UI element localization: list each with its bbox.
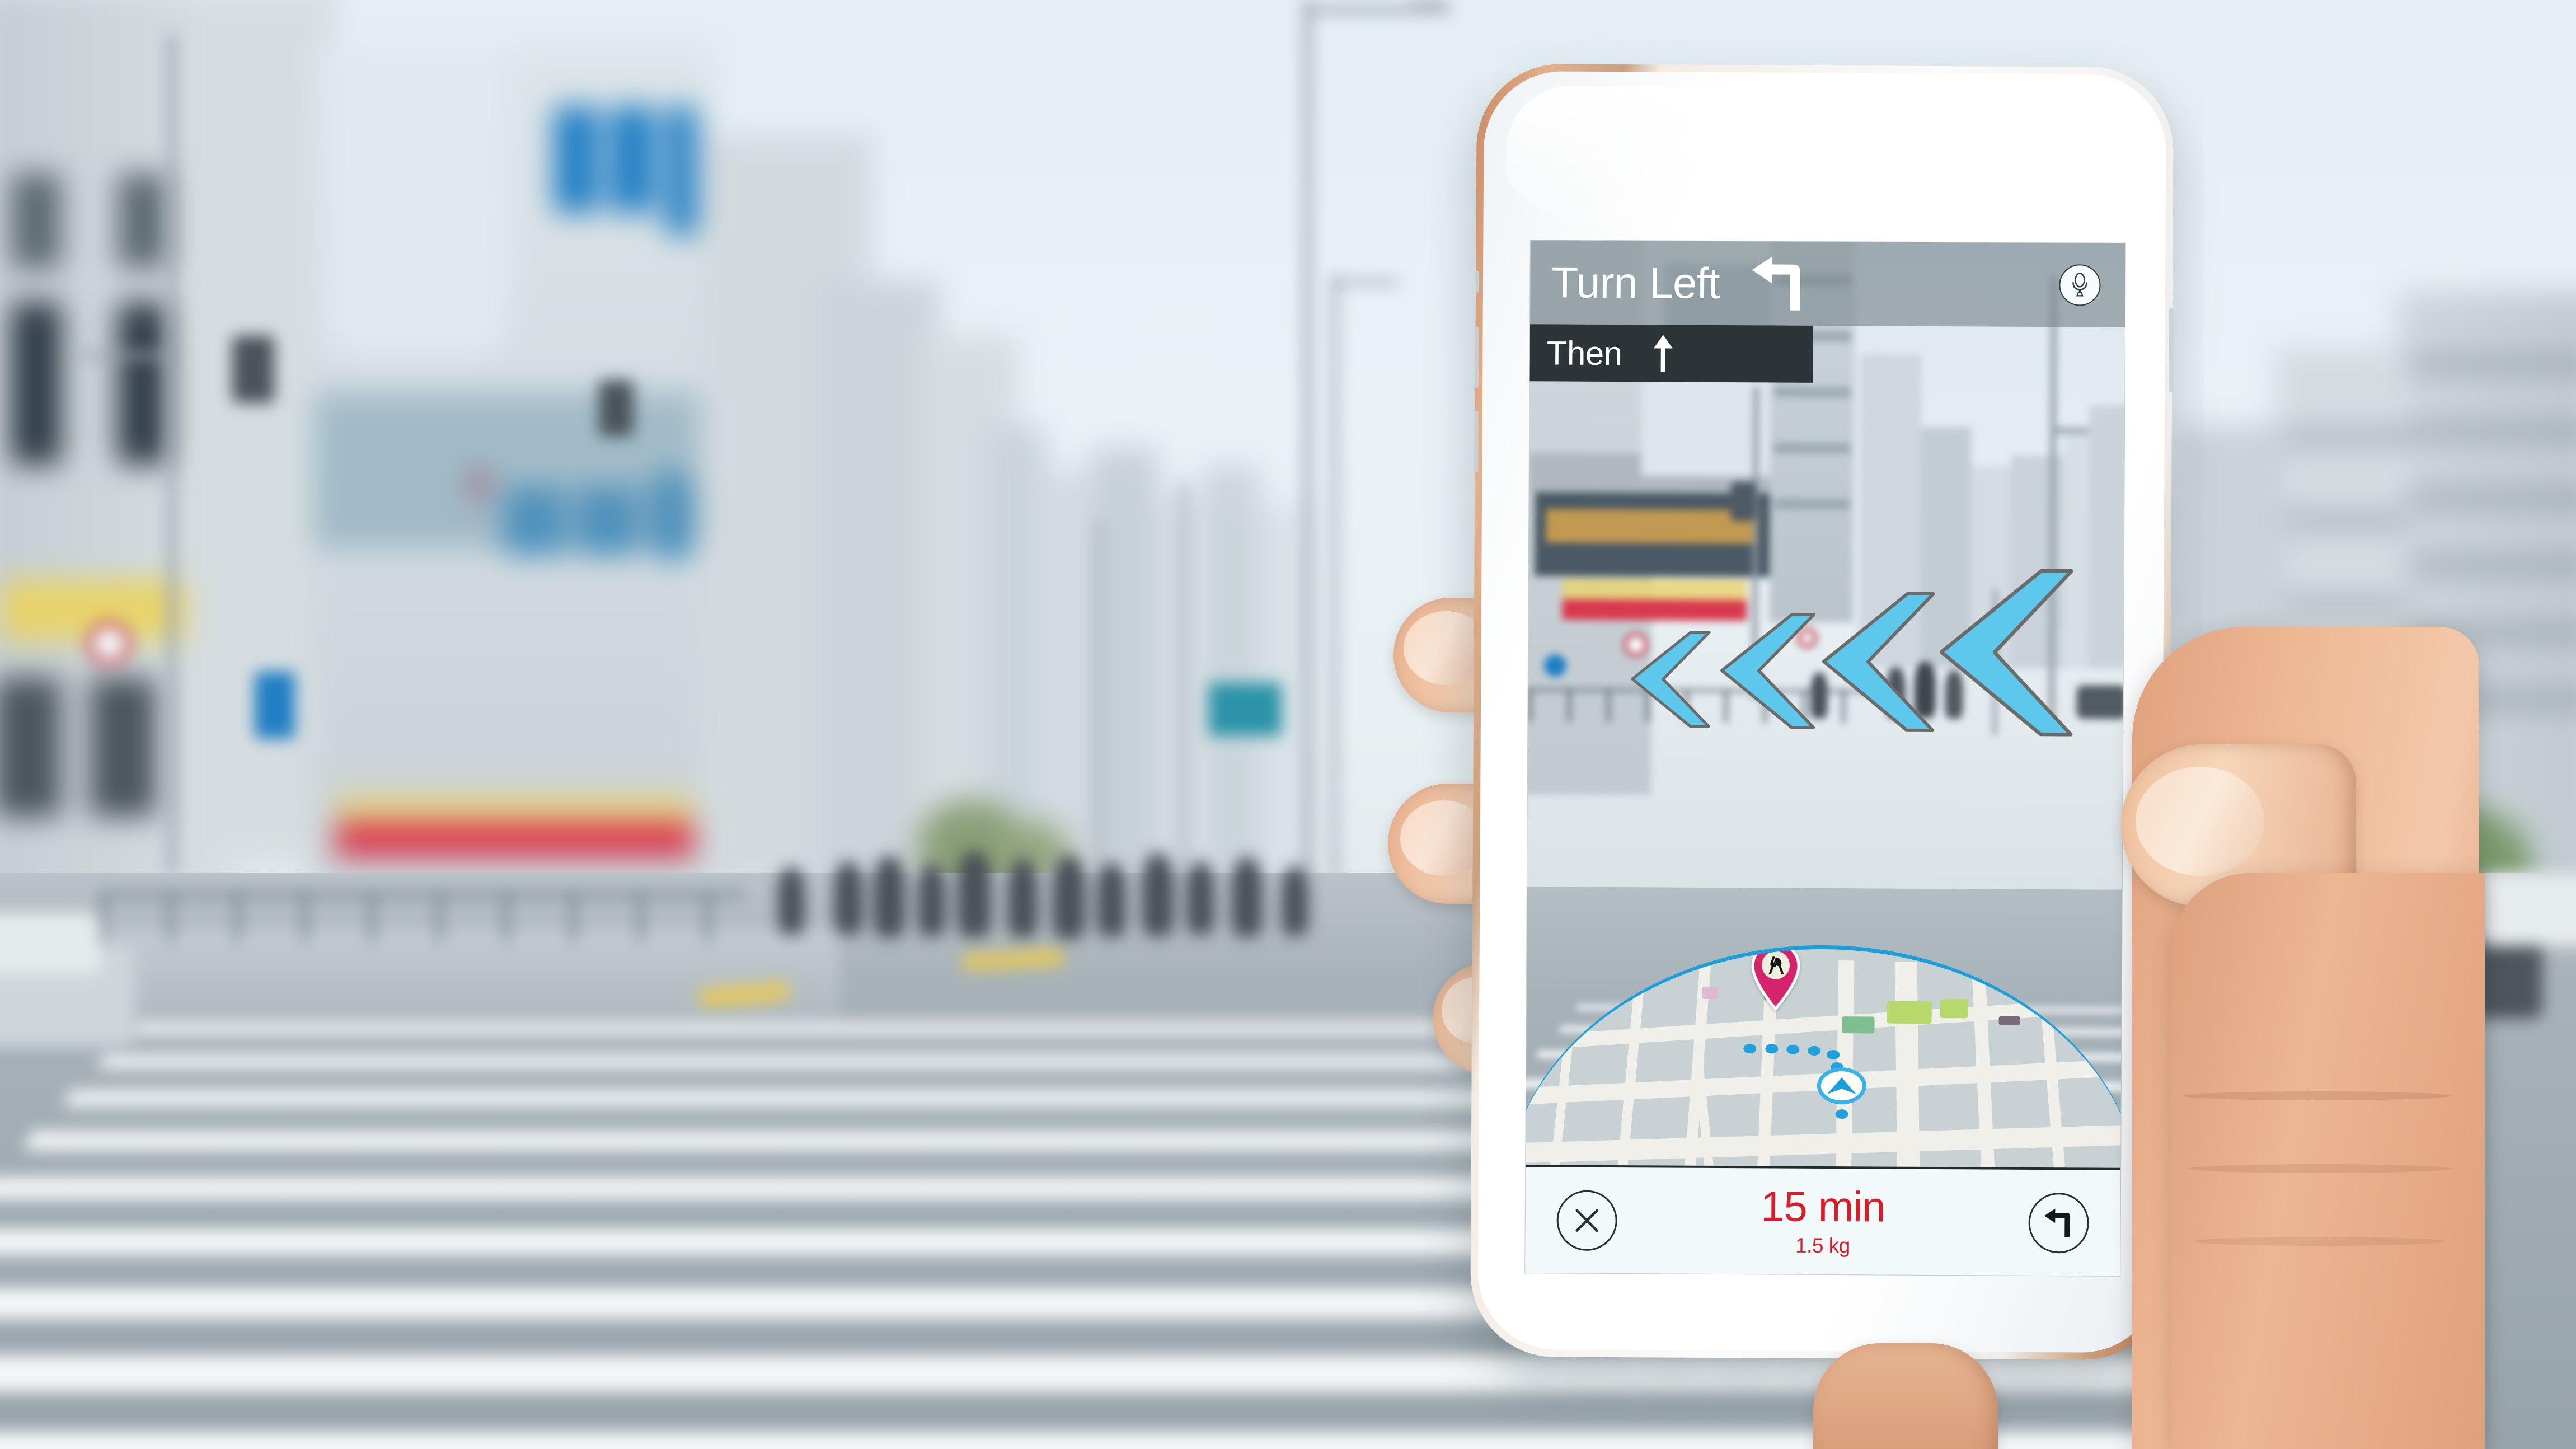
turn-left-arrow-icon	[2044, 1208, 2071, 1237]
nav-header-bar: Turn Left	[1530, 240, 2125, 327]
car-left-top	[0, 912, 101, 974]
navigation-arrow-icon	[1827, 1077, 1856, 1095]
then-label: Then	[1546, 334, 1622, 372]
turn-left-arrow-icon	[1752, 256, 1800, 311]
tactile-paving	[962, 949, 1064, 971]
power-button[interactable]	[2169, 308, 2174, 392]
arrow-up-icon	[1653, 335, 1673, 372]
pedestrian	[834, 862, 863, 935]
close-x-icon	[1575, 1208, 1599, 1232]
pedestrian	[873, 856, 905, 937]
pedestrian	[957, 851, 992, 937]
next-turn-button[interactable]	[2028, 1192, 2089, 1253]
pedestrian	[1142, 854, 1174, 936]
next-step-banner: Then	[1529, 324, 1814, 383]
background-city-scene	[0, 0, 2576, 1449]
nav-bottom-bar: 15 min 1.5 kg	[1525, 1165, 2121, 1276]
crosswalk-foreground	[0, 1007, 2576, 1449]
bus-right	[2481, 873, 2576, 946]
guard-railing	[101, 892, 744, 942]
eta-time: 15 min	[1761, 1182, 1885, 1231]
mini-map[interactable]	[1525, 944, 2125, 1168]
pedestrian	[1282, 866, 1308, 936]
nav-instruction-text: Turn Left	[1551, 257, 1720, 308]
restaurant-pin-icon[interactable]	[1751, 944, 1801, 1011]
pedestrian	[1007, 859, 1038, 937]
route-path	[1525, 948, 2125, 1168]
volume-down-button[interactable]	[1474, 410, 1479, 472]
pedestrian	[1097, 863, 1126, 937]
eta-distance: 1.5 kg	[1795, 1234, 1850, 1257]
close-navigation-button[interactable]	[1556, 1189, 1617, 1251]
eta-block: 15 min 1.5 kg	[1617, 1182, 2029, 1259]
microphone-icon	[2072, 273, 2087, 297]
volume-up-button[interactable]	[1474, 326, 1479, 388]
screen-glare	[1505, 86, 2099, 257]
mute-switch[interactable]	[1474, 270, 1480, 293]
pedestrian	[778, 867, 805, 935]
phone-screen[interactable]: Turn Left Then 15 min 1.5 kg	[1525, 240, 2125, 1276]
pedestrian	[1231, 857, 1263, 937]
pedestrian	[1052, 855, 1086, 939]
map-dome-surface	[1525, 944, 2125, 1168]
pedestrian	[918, 865, 946, 936]
voice-mic-button[interactable]	[2059, 264, 2101, 306]
user-location-marker	[1817, 1067, 1867, 1105]
pedestrian	[1186, 862, 1214, 935]
